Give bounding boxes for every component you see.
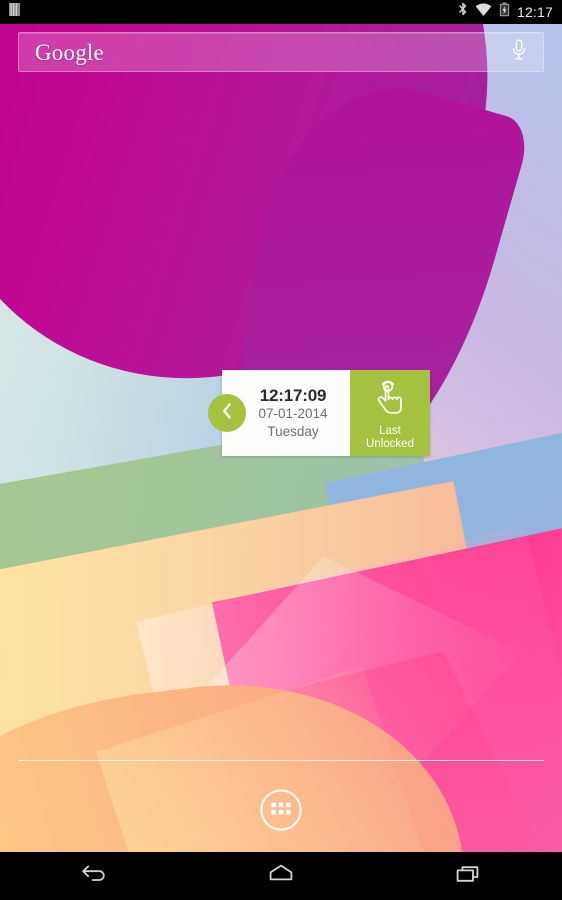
app-drawer-button[interactable] [259,788,303,832]
microphone-icon [511,39,527,66]
status-bar-system-icons[interactable]: 12:17 [458,2,562,22]
widget-action-label-line1: Last [379,424,401,437]
status-bar[interactable]: 12:17 [0,0,562,24]
tap-hand-icon [373,379,407,422]
widget-info-card[interactable]: 12:17:09 07-01-2014 Tuesday [208,370,350,456]
widget-time: 12:17:09 [259,385,327,405]
widget-day: Tuesday [267,423,319,439]
widget-previous-button[interactable] [208,394,246,432]
back-button[interactable] [48,852,140,900]
battery-charging-icon [499,2,510,22]
status-bar-notifications[interactable] [0,2,21,22]
wifi-icon [475,3,492,22]
widget-action-label: Last Unlocked [366,425,414,451]
hotseat-divider [18,760,544,761]
apps-grid-icon [259,789,303,836]
recents-icon [453,862,483,891]
navigation-bar [0,852,562,900]
widget-last-unlocked-button[interactable]: Last Unlocked [350,370,430,456]
widget-date: 07-01-2014 [258,406,328,422]
chevron-left-icon [220,402,234,425]
voice-search-button[interactable] [511,39,543,66]
recents-button[interactable] [422,852,514,900]
google-logo: Google [35,39,104,65]
bluetooth-icon [458,2,468,22]
last-unlocked-clock-widget[interactable]: 12:17:09 07-01-2014 Tuesday Last Unlocke… [208,370,430,456]
home-icon [266,862,296,891]
widget-action-label-line2: Unlocked [366,438,414,450]
sim-card-icon [8,2,21,22]
back-arrow-icon [79,862,109,891]
google-search-bar[interactable]: Google [18,32,544,72]
home-button[interactable] [235,852,327,900]
status-bar-clock: 12:17 [516,4,553,20]
home-screen: 12:17 Google 12:17:09 07-01-2014 Tuesday… [0,0,562,900]
